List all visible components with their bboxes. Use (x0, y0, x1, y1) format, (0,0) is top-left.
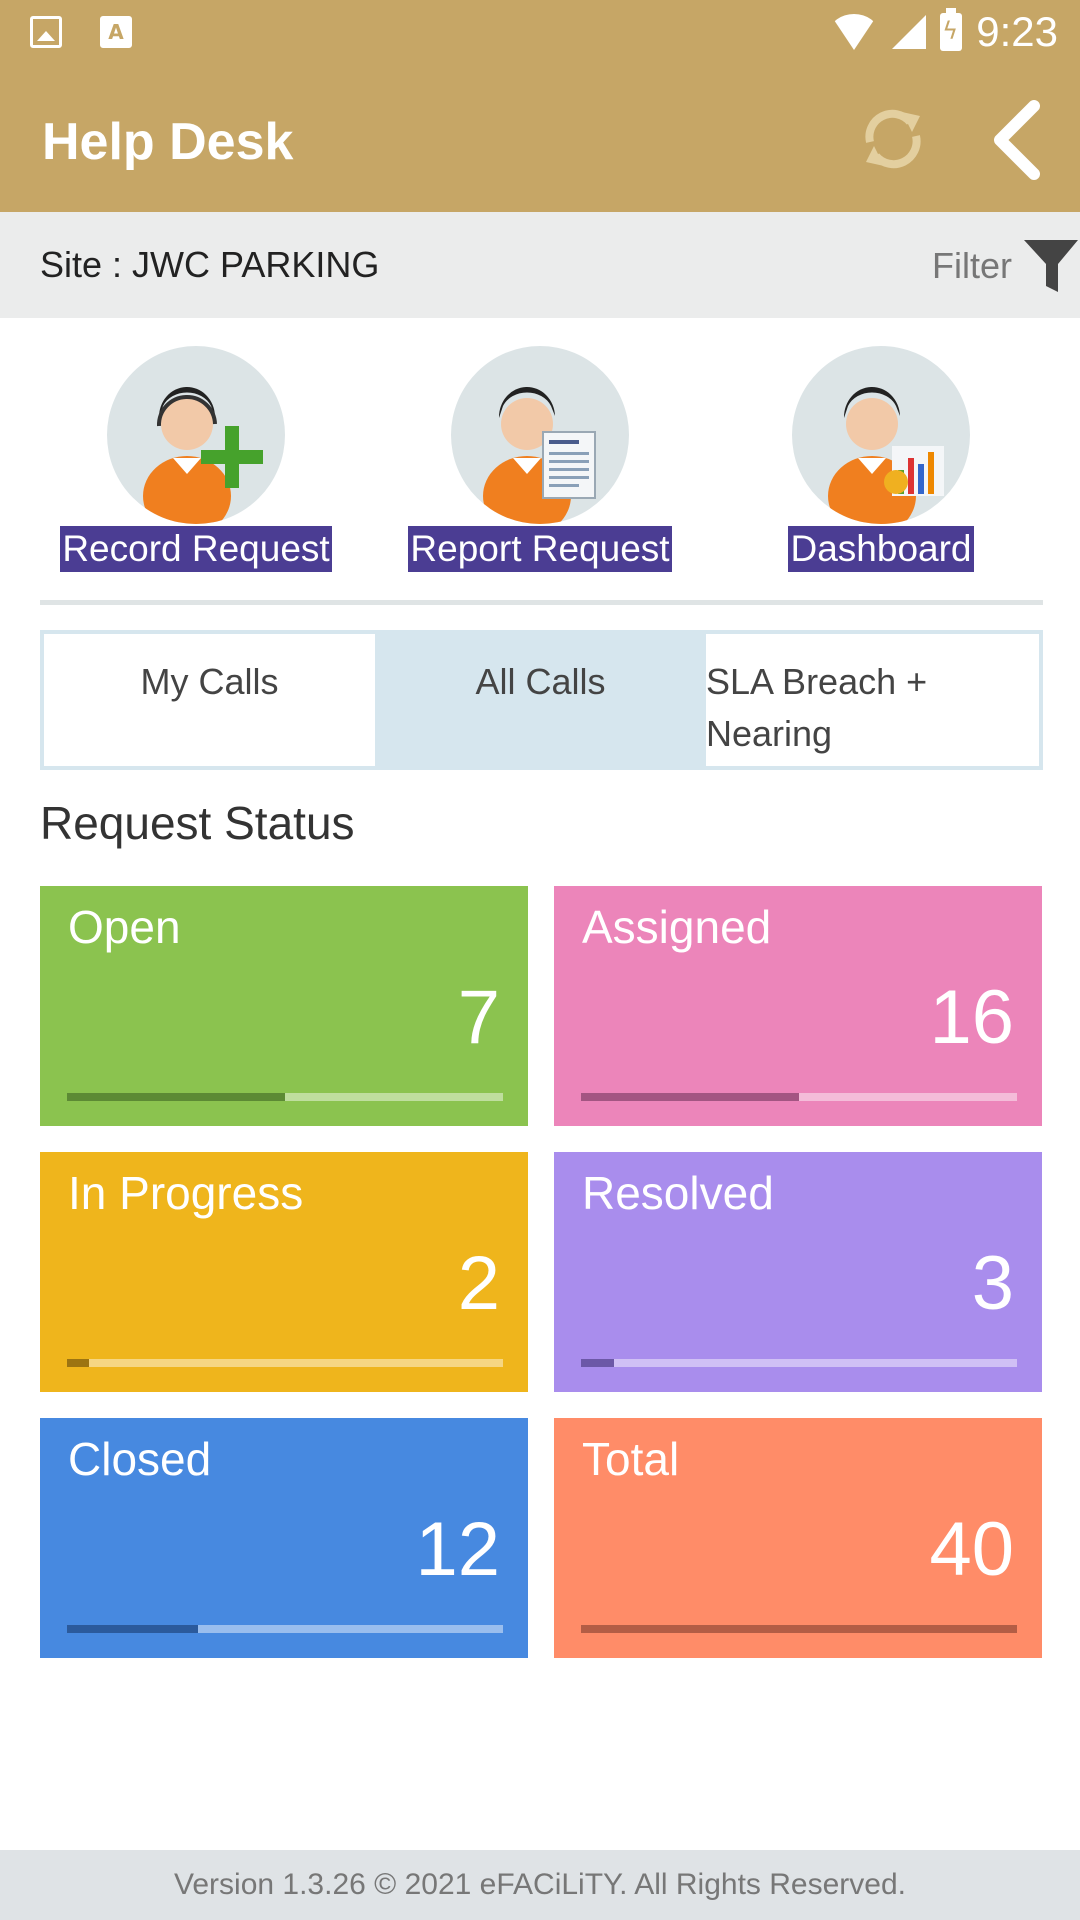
tab-all-calls[interactable]: All Calls (375, 634, 706, 766)
progress-track (67, 1359, 503, 1367)
filter-button[interactable]: Filter (932, 234, 1080, 298)
battery-icon (940, 8, 963, 51)
image-notification-icon (30, 16, 62, 48)
progress-track (581, 1093, 1017, 1101)
divider (40, 600, 1043, 605)
calls-tabs: My Calls All Calls SLA Breach + Nearing (40, 630, 1043, 770)
card-count: 2 (457, 1241, 500, 1326)
card-label: Resolved (582, 1167, 774, 1219)
wifi-icon (830, 14, 879, 50)
card-count: 12 (415, 1507, 500, 1592)
card-label: Closed (68, 1433, 212, 1485)
card-count: 3 (971, 1241, 1014, 1326)
record-request-label: Record Request (60, 526, 332, 572)
chevron-left-icon[interactable] (988, 100, 1048, 180)
status-card-in-progress[interactable]: In Progress 2 (40, 1152, 528, 1392)
site-label: Site : JWC PARKING (40, 244, 380, 285)
card-count: 40 (929, 1507, 1014, 1592)
status-bar: A 9:23 (0, 0, 1080, 68)
page-title: Help Desk (42, 113, 294, 171)
status-card-closed[interactable]: Closed 12 (40, 1418, 528, 1658)
agent-chart-icon (792, 346, 970, 524)
progress-fill (67, 1625, 198, 1633)
progress-track (67, 1625, 503, 1633)
status-card-assigned[interactable]: Assigned 16 (554, 886, 1042, 1126)
footer-version: Version 1.3.26 © 2021 eFACiLiTY. All Rig… (0, 1850, 1080, 1920)
signal-icon (892, 15, 927, 49)
site-bar: Site : JWC PARKING Filter (0, 212, 1080, 318)
status-time: 9:23 (976, 8, 1058, 55)
agent-report-icon (451, 346, 629, 524)
progress-track (67, 1093, 503, 1101)
card-label: Open (68, 901, 181, 953)
text-notification-icon: A (100, 16, 132, 48)
record-request-button[interactable]: Record Request (46, 346, 346, 572)
status-card-open[interactable]: Open 7 (40, 886, 528, 1126)
request-status-heading: Request Status (40, 797, 355, 849)
filter-label: Filter (932, 245, 1012, 286)
card-label: In Progress (68, 1167, 304, 1219)
progress-track (581, 1625, 1017, 1633)
status-card-resolved[interactable]: Resolved 3 (554, 1152, 1042, 1392)
progress-fill (67, 1093, 285, 1101)
progress-fill (67, 1359, 89, 1367)
agent-add-icon (107, 346, 285, 524)
dashboard-label: Dashboard (788, 526, 974, 572)
progress-fill (581, 1359, 614, 1367)
progress-fill (581, 1625, 1017, 1633)
card-count: 16 (929, 975, 1014, 1060)
report-request-label: Report Request (408, 526, 672, 572)
progress-fill (581, 1093, 799, 1101)
status-card-total[interactable]: Total 40 (554, 1418, 1042, 1658)
card-count: 7 (457, 975, 500, 1060)
report-request-button[interactable]: Report Request (390, 346, 690, 572)
card-label: Assigned (582, 901, 772, 953)
tab-my-calls[interactable]: My Calls (44, 634, 375, 766)
card-label: Total (582, 1433, 680, 1485)
progress-track (581, 1359, 1017, 1367)
dashboard-button[interactable]: Dashboard (731, 346, 1031, 572)
tab-sla-breach[interactable]: SLA Breach + Nearing (706, 634, 1037, 766)
refresh-icon[interactable] (858, 104, 928, 174)
funnel-icon (1024, 240, 1078, 292)
app-bar: Help Desk (0, 68, 1080, 212)
